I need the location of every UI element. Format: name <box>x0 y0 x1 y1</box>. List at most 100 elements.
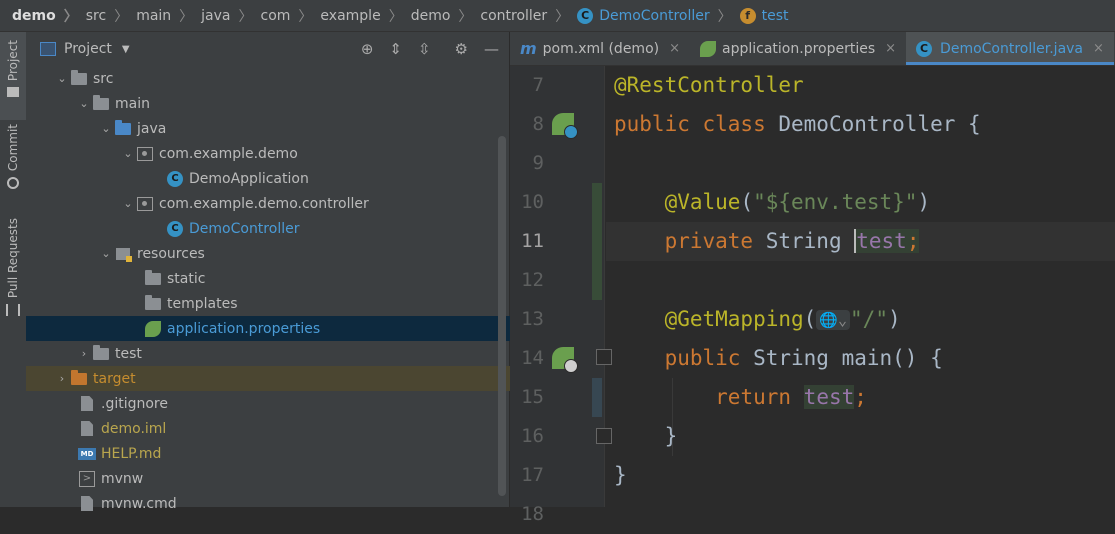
side-tab-pull-requests[interactable]: Pull Requests <box>0 218 26 328</box>
tree-item-label: templates <box>167 295 238 312</box>
tree-item-label: resources <box>137 245 205 262</box>
tab-application-properties[interactable]: application.properties × <box>690 32 906 65</box>
tab-demo-controller[interactable]: C DemoController.java × <box>906 32 1114 65</box>
breadcrumb-item-com[interactable]: com 〉 <box>261 6 321 26</box>
breadcrumb-item-controller[interactable]: controller 〉 <box>480 6 577 26</box>
tree-item-label: java <box>137 120 167 137</box>
tree-item-mvnw[interactable]: > mvnw <box>26 466 561 491</box>
tree-item-label: src <box>93 70 114 87</box>
terminal-icon: > <box>78 470 96 487</box>
tree-item-label: mvnw.cmd <box>101 495 177 512</box>
chevron-down-icon[interactable]: ⌄ <box>76 97 92 110</box>
tab-label: pom.xml (demo) <box>542 40 660 57</box>
code-token: ( <box>740 190 754 214</box>
keyword-token: private <box>664 229 766 253</box>
breadcrumb-item-example[interactable]: example 〉 <box>320 6 410 26</box>
breadcrumb-item-src[interactable]: src 〉 <box>86 6 136 26</box>
class-icon: C <box>916 40 933 57</box>
globe-icon[interactable]: 🌐⌄ <box>816 310 851 330</box>
class-icon: C <box>166 220 184 237</box>
chevron-down-icon[interactable]: ⌄ <box>54 72 70 85</box>
chevron-down-icon[interactable]: ⌄ <box>120 197 136 210</box>
breadcrumb-label: demo <box>12 7 56 24</box>
project-scrollbar[interactable] <box>498 136 506 496</box>
chevron-right-icon[interactable]: › <box>76 347 92 360</box>
close-icon[interactable]: × <box>669 41 680 56</box>
tree-item-gitignore[interactable]: .gitignore <box>26 391 561 416</box>
spring-endpoint-gutter-icon[interactable] <box>552 347 578 373</box>
breadcrumb-item-field[interactable]: f test <box>739 7 789 24</box>
line-number: 12 <box>521 269 544 291</box>
breadcrumb-item-class[interactable]: C DemoController 〉 <box>577 6 739 26</box>
breadcrumb-label: demo <box>410 7 451 24</box>
tree-item-target[interactable]: › target <box>26 366 537 391</box>
collapse-all-icon[interactable]: ⇳ <box>418 40 431 58</box>
code-line: @Value("${env.test}") <box>614 183 931 222</box>
annotation-token: @Value <box>664 190 741 214</box>
breadcrumb-label: java <box>201 7 231 24</box>
chevron-right-icon[interactable]: › <box>54 372 70 385</box>
string-token: "/" <box>850 307 888 331</box>
gear-icon[interactable]: ⚙ <box>455 40 468 58</box>
tab-pom-xml[interactable]: m pom.xml (demo) × <box>510 32 690 65</box>
tree-item-label: static <box>167 270 206 287</box>
field-icon: f <box>739 7 756 24</box>
tree-item-label: demo.iml <box>101 420 167 437</box>
breadcrumb-item-main[interactable]: main 〉 <box>136 6 201 26</box>
tree-item-main[interactable]: ⌄ main <box>26 91 559 116</box>
expand-all-icon[interactable]: ⇕ <box>389 40 402 58</box>
folder-icon <box>92 94 110 112</box>
chevron-down-icon[interactable]: ⌄ <box>120 147 136 160</box>
source-folder-icon <box>114 119 132 137</box>
code-line: public class DemoController { <box>614 105 981 144</box>
breadcrumb-item-demo[interactable]: demo 〉 <box>411 6 481 26</box>
tree-item-mvnw-cmd[interactable]: mvnw.cmd <box>26 491 561 516</box>
code-line: } <box>614 456 627 495</box>
tree-item-label: main <box>115 95 150 112</box>
vcs-added-marker[interactable] <box>592 183 602 300</box>
tree-item-help-md[interactable]: MD HELP.md <box>26 441 561 466</box>
code-area[interactable]: @RestController public class DemoControl… <box>606 66 1115 507</box>
project-panel-title[interactable]: Project <box>64 41 112 57</box>
side-tab-project[interactable]: Project <box>0 32 26 120</box>
breadcrumb-item-project[interactable]: demo 〉 <box>12 6 86 26</box>
tree-item-src[interactable]: ⌄ src <box>26 66 537 91</box>
breadcrumb-label: main <box>136 7 172 24</box>
tree-item-demo-iml[interactable]: demo.iml <box>26 416 561 441</box>
chevron-down-icon[interactable]: ▼ <box>122 44 130 55</box>
chevron-down-icon[interactable]: ⌄ <box>98 122 114 135</box>
tree-item-label: .gitignore <box>101 395 168 412</box>
editor-pane: m pom.xml (demo) × application.propertie… <box>510 32 1115 525</box>
chevron-right-icon: 〉 <box>63 8 78 25</box>
close-icon[interactable]: × <box>885 41 896 56</box>
line-number: 10 <box>521 191 544 213</box>
excluded-folder-icon <box>70 369 88 387</box>
spring-bean-gutter-icon[interactable] <box>552 113 578 139</box>
vcs-modified-marker[interactable] <box>592 378 602 417</box>
line-number: 13 <box>521 308 544 330</box>
side-tab-commit[interactable]: Commit <box>0 124 26 204</box>
spring-properties-icon <box>144 320 162 337</box>
tree-item-test[interactable]: › test <box>26 341 559 366</box>
chevron-right-icon: 〉 <box>458 8 473 25</box>
line-number: 18 <box>521 503 544 525</box>
code-token: String main() { <box>753 346 943 370</box>
line-number: 16 <box>521 425 544 447</box>
line-number: 9 <box>532 152 544 174</box>
fold-icon[interactable] <box>596 428 612 444</box>
project-view-icon <box>40 42 56 56</box>
code-token: ; <box>854 385 867 409</box>
close-icon[interactable]: × <box>1093 41 1104 56</box>
locate-icon[interactable]: ⊕ <box>361 40 374 58</box>
chevron-down-icon[interactable]: ⌄ <box>98 247 114 260</box>
chevron-right-icon: 〉 <box>388 8 403 25</box>
side-tab-label: Project <box>6 40 20 82</box>
code-token: ) <box>887 307 901 331</box>
breadcrumb-item-java[interactable]: java 〉 <box>201 6 260 26</box>
line-number: 14 <box>521 347 544 369</box>
fold-icon[interactable] <box>596 349 612 365</box>
annotation-token: @RestController <box>614 73 804 97</box>
breadcrumb-label: controller <box>480 7 548 24</box>
code-token: ( <box>803 307 817 331</box>
hide-icon[interactable]: — <box>484 40 499 58</box>
